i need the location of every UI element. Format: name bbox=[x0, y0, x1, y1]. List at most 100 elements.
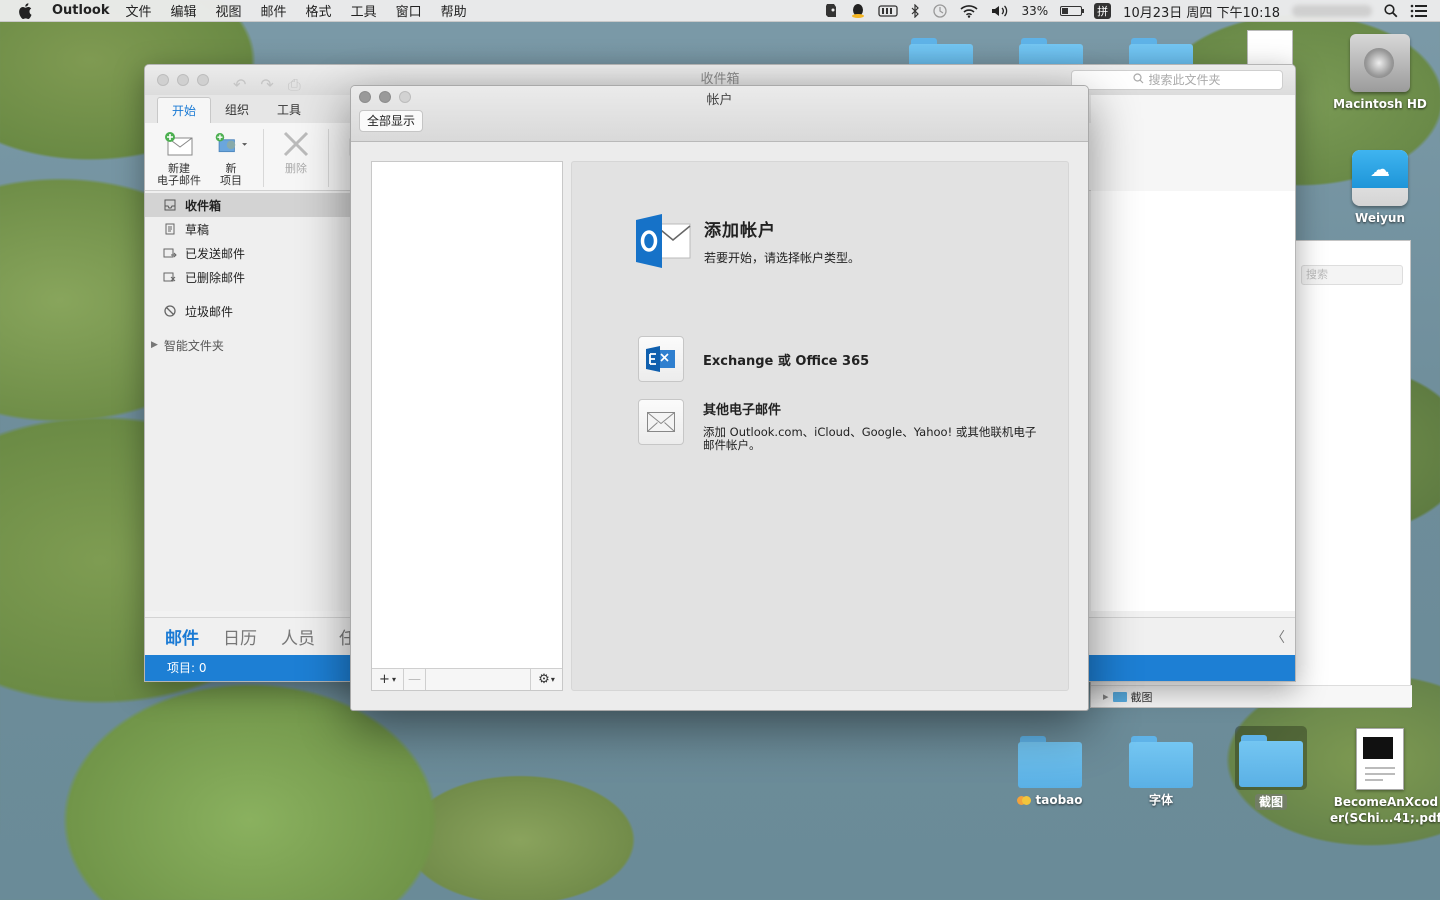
print-icon[interactable]: ⎙ bbox=[288, 70, 301, 100]
disclosure-triangle-icon[interactable]: ▶ bbox=[151, 340, 158, 350]
account-list-toolbar: + ▾ — ⚙ ▾ bbox=[372, 668, 562, 690]
close-button[interactable] bbox=[157, 74, 169, 86]
add-account-button[interactable]: + ▾ bbox=[372, 669, 404, 690]
collapse-pane-chevron-icon[interactable]: 〈 bbox=[1271, 627, 1285, 647]
menu-tools[interactable]: 工具 bbox=[351, 1, 377, 20]
drafts-icon bbox=[163, 222, 177, 236]
desktop-document-partial[interactable] bbox=[1220, 30, 1320, 66]
delete-x-icon bbox=[279, 129, 313, 159]
pdf-label: BecomeAnXcod er(SChi...41;.pdf bbox=[1330, 794, 1440, 826]
app-menu-outlook[interactable]: Outlook bbox=[52, 3, 109, 18]
folder-item-inbox[interactable]: 收件箱 bbox=[145, 193, 350, 217]
evernote-icon[interactable] bbox=[824, 3, 838, 19]
bluetooth-icon[interactable] bbox=[910, 4, 920, 18]
menu-window[interactable]: 窗口 bbox=[396, 1, 422, 20]
menu-format[interactable]: 格式 bbox=[306, 1, 332, 20]
desktop-pdf-file[interactable]: BecomeAnXcod er(SChi...41;.pdf bbox=[1330, 728, 1440, 826]
list-toolbar-spacer bbox=[426, 669, 531, 690]
delete-button[interactable]: 删除 bbox=[270, 129, 322, 175]
memory-monitor-icon[interactable] bbox=[877, 4, 898, 18]
menu-view[interactable]: 视图 bbox=[216, 1, 242, 20]
zoom-button[interactable] bbox=[197, 74, 209, 86]
nav-people[interactable]: 人员 bbox=[281, 624, 315, 649]
path-folder-label[interactable]: 截图 bbox=[1131, 689, 1153, 705]
option-other-email-label: 其他电子邮件 bbox=[703, 403, 782, 418]
add-account-title: 添加帐户 bbox=[704, 221, 776, 241]
smart-folders-group[interactable]: ▶ 智能文件夹 bbox=[145, 333, 350, 357]
mail-header-area bbox=[1091, 95, 1295, 191]
folder-item-sent[interactable]: 已发送邮件 bbox=[145, 241, 350, 265]
trash-icon bbox=[163, 270, 177, 284]
folder-item-drafts[interactable]: 草稿 bbox=[145, 217, 350, 241]
remove-account-button[interactable]: — bbox=[404, 669, 426, 690]
show-all-button[interactable]: 全部显示 bbox=[359, 110, 424, 132]
macintosh-hd-drive[interactable]: Macintosh HD bbox=[1330, 34, 1430, 112]
battery-icon[interactable] bbox=[1060, 6, 1085, 16]
account-actions-button[interactable]: ⚙ ▾ bbox=[531, 669, 562, 690]
new-email-button[interactable]: 新建 电子邮件 bbox=[153, 129, 205, 187]
message-list-pane bbox=[1091, 191, 1295, 611]
sent-icon bbox=[163, 246, 177, 260]
menu-file[interactable]: 文件 bbox=[125, 1, 151, 20]
weiyun-icon: ☁ bbox=[1352, 150, 1408, 206]
volume-icon[interactable] bbox=[990, 4, 1010, 18]
outlook-logo-icon bbox=[634, 212, 692, 270]
junk-icon bbox=[163, 304, 177, 318]
qq-icon[interactable] bbox=[850, 3, 866, 19]
redo-icon[interactable]: ↷ bbox=[260, 70, 273, 100]
pdf-label-line2: er(SChi...41;.pdf bbox=[1330, 811, 1440, 825]
user-name-blurred[interactable] bbox=[1292, 5, 1372, 17]
folder-label: 垃圾邮件 bbox=[185, 304, 234, 319]
weiyun-label: Weiyun bbox=[1355, 211, 1405, 225]
folder-label: 截图 bbox=[1254, 794, 1287, 810]
menu-edit[interactable]: 编辑 bbox=[171, 1, 197, 20]
tab-organize[interactable]: 组织 bbox=[211, 97, 263, 123]
smart-folders-label: 智能文件夹 bbox=[163, 338, 224, 353]
ribbon-separator bbox=[263, 129, 264, 187]
input-method-icon[interactable]: 拼 bbox=[1094, 3, 1112, 19]
wifi-icon[interactable] bbox=[959, 4, 978, 18]
drive-label: Macintosh HD bbox=[1333, 97, 1427, 111]
finder-search-field[interactable]: 搜索 bbox=[1301, 265, 1403, 285]
exchange-icon bbox=[638, 336, 684, 382]
minimize-button[interactable] bbox=[177, 74, 189, 86]
chevron-down-icon: ▾ bbox=[550, 675, 555, 684]
nav-mail[interactable]: 邮件 bbox=[165, 624, 199, 649]
add-account-subtitle: 若要开始，请选择帐户类型。 bbox=[704, 251, 861, 265]
time-machine-icon[interactable] bbox=[932, 3, 948, 19]
menu-help[interactable]: 帮助 bbox=[441, 1, 467, 20]
quick-access-toolbar: ↶ ↷ ⎙ bbox=[233, 70, 301, 100]
tab-tools[interactable]: 工具 bbox=[263, 97, 315, 123]
gear-icon: ⚙ bbox=[538, 672, 550, 687]
tab-home[interactable]: 开始 bbox=[157, 97, 212, 123]
new-email-icon bbox=[162, 129, 196, 159]
battery-percent[interactable]: 33% bbox=[1022, 4, 1049, 18]
weiyun-drive[interactable]: ☁ Weiyun bbox=[1330, 150, 1430, 226]
menubar-clock[interactable]: 10月23日 周四 下午10:18 bbox=[1123, 2, 1280, 21]
apple-menu-icon[interactable] bbox=[18, 2, 38, 19]
desktop-folder-taobao[interactable]: taobao bbox=[1000, 736, 1100, 808]
option-exchange[interactable]: Exchange 或 Office 365 bbox=[638, 336, 869, 382]
chevron-down-icon: ▾ bbox=[391, 675, 396, 684]
folder-item-junk[interactable]: 垃圾邮件 bbox=[145, 299, 350, 323]
search-icon bbox=[1133, 65, 1144, 95]
new-item-label: 新 项目 bbox=[220, 162, 242, 187]
nav-calendar[interactable]: 日历 bbox=[223, 624, 257, 649]
option-other-email[interactable]: 其他电子邮件 添加 Outlook.com、iCloud、Google、Yaho… bbox=[638, 399, 1043, 452]
option-other-email-desc: 添加 Outlook.com、iCloud、Google、Yahoo! 或其他联… bbox=[703, 425, 1037, 452]
new-item-icon bbox=[214, 129, 248, 159]
folder-label: 字体 bbox=[1148, 793, 1173, 807]
new-item-button[interactable]: 新 项目 bbox=[205, 129, 257, 187]
folder-label: 草稿 bbox=[185, 222, 210, 237]
undo-icon[interactable]: ↶ bbox=[233, 70, 246, 100]
notification-center-icon[interactable] bbox=[1410, 4, 1428, 18]
spotlight-icon[interactable] bbox=[1384, 4, 1398, 18]
accounts-titlebar: 帐户 全部显示 bbox=[351, 86, 1088, 142]
search-input[interactable]: 搜索此文件夹 bbox=[1071, 70, 1283, 90]
desktop-folder-screenshots[interactable]: 截图 bbox=[1221, 726, 1321, 810]
menu-message[interactable]: 邮件 bbox=[261, 1, 287, 20]
pdf-document-icon bbox=[1356, 728, 1404, 790]
folder-item-deleted[interactable]: 已删除邮件 bbox=[145, 265, 350, 289]
account-list[interactable]: + ▾ — ⚙ ▾ bbox=[371, 161, 563, 691]
desktop-folder-fonts[interactable]: 字体 bbox=[1111, 736, 1211, 808]
